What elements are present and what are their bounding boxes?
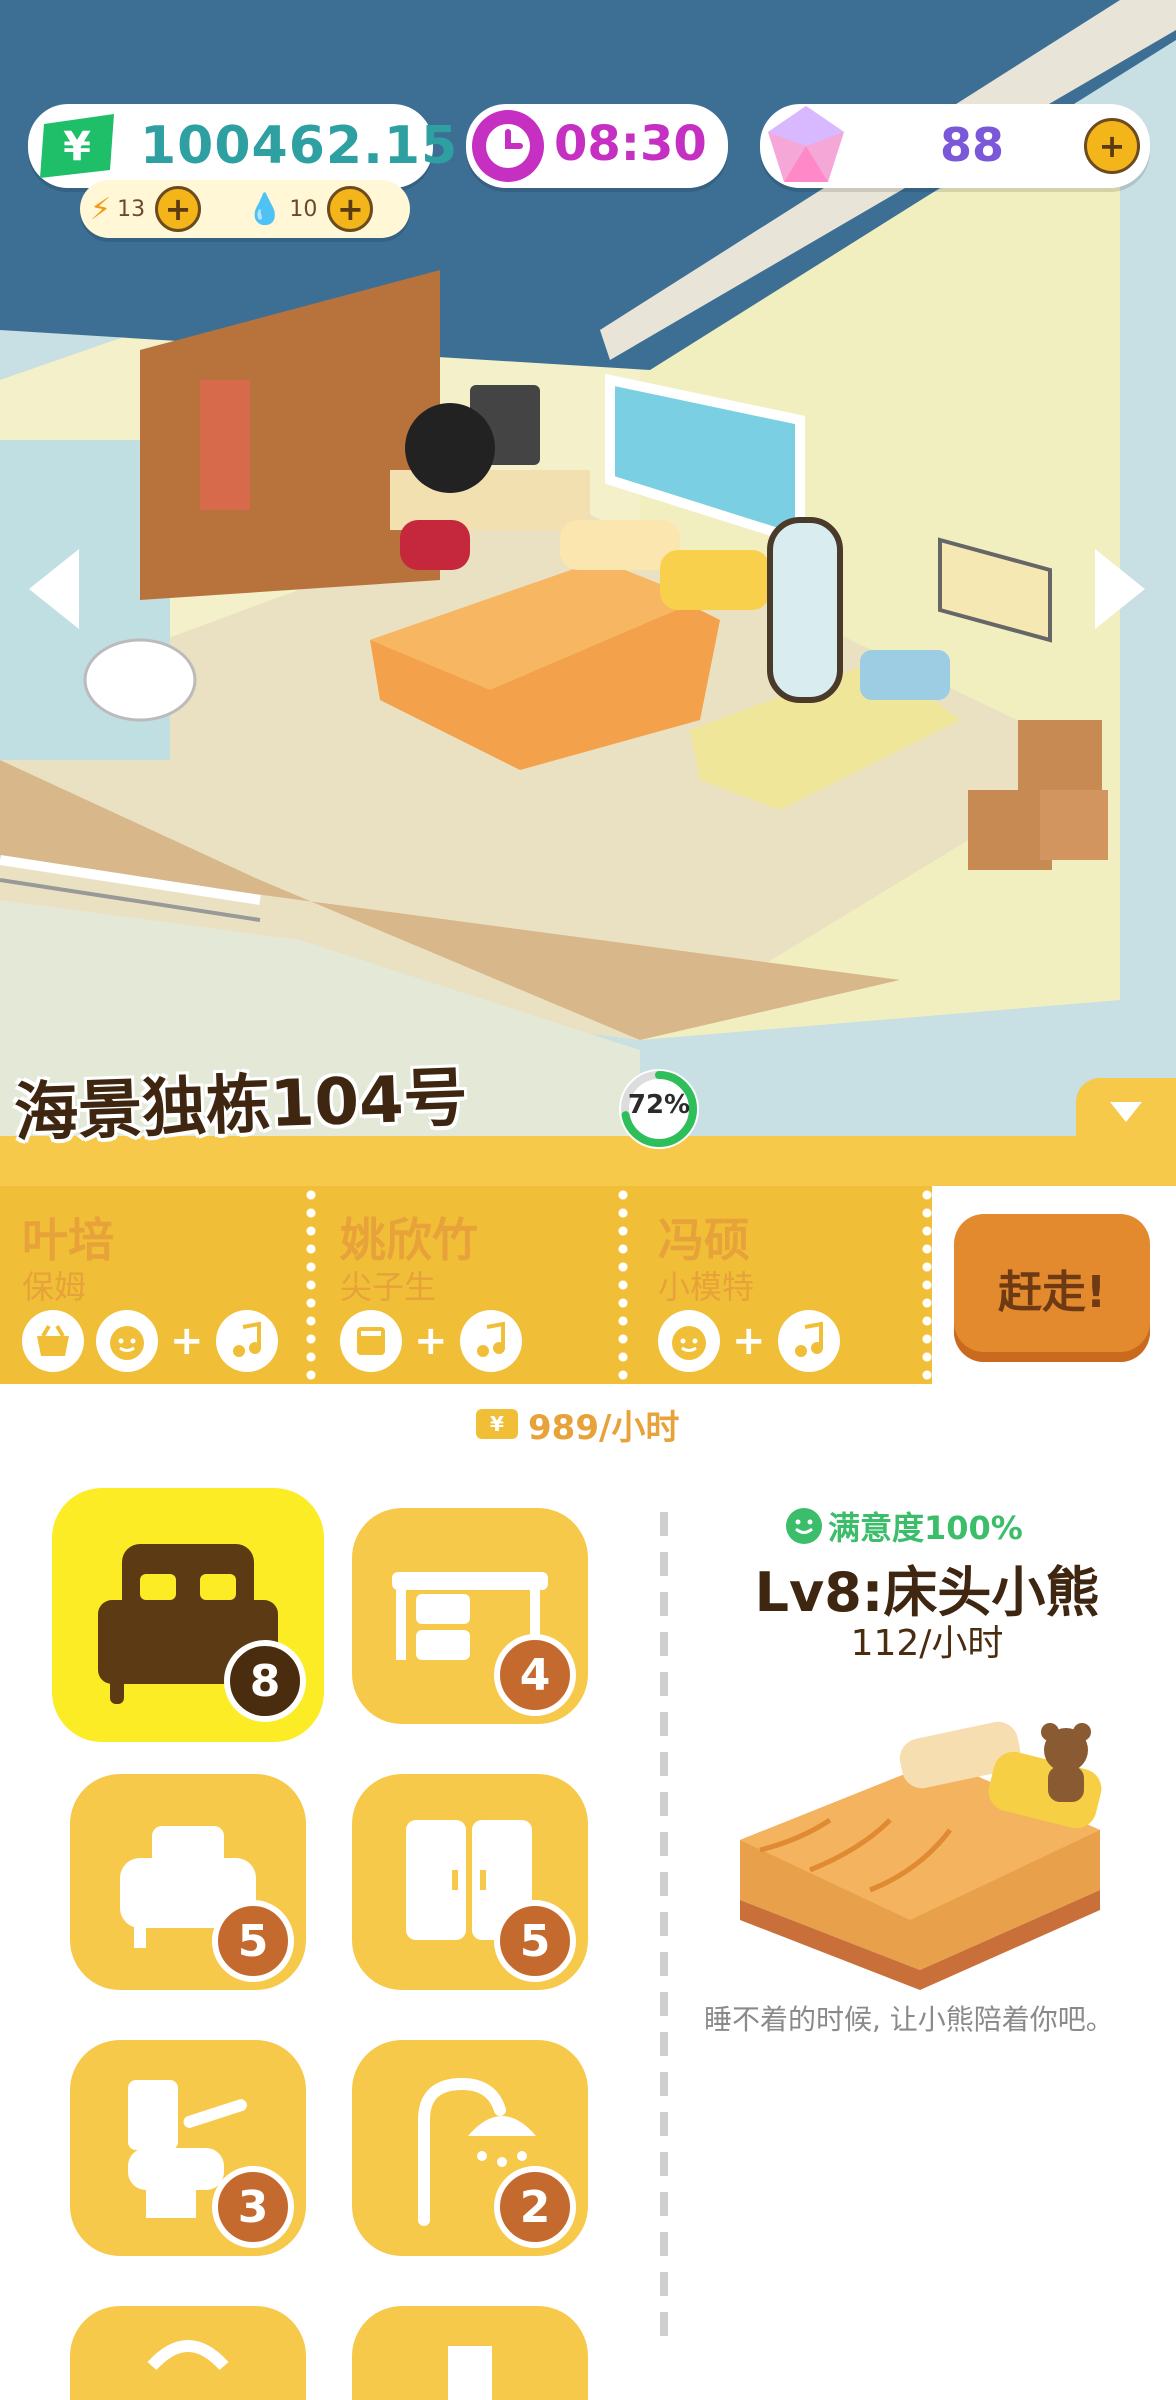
next-room-arrow-icon[interactable]: [1090, 544, 1150, 634]
add-gems-button[interactable]: +: [1084, 118, 1140, 174]
tenant-role: 保姆: [22, 1268, 87, 1306]
count-badge: 3: [212, 2166, 294, 2248]
category-tile-desk[interactable]: 4: [352, 1508, 588, 1724]
chevron-down-icon: [1110, 1102, 1142, 1122]
item-description: 睡不着的时候, 让小熊陪着你吧。: [704, 2003, 1114, 2036]
tenant-name: 姚欣竹: [340, 1213, 478, 1267]
music-icon: [459, 1310, 522, 1372]
item-rate: 112/小时: [850, 1623, 1004, 1664]
gem-value: 88: [940, 118, 1005, 172]
tenant-role: 小模特: [658, 1268, 755, 1306]
plus-icon: +: [170, 1318, 204, 1364]
evict-label: 赶走!: [997, 1267, 1107, 1318]
money-value: 100462.15: [140, 116, 459, 176]
lamp-icon: [147, 2340, 229, 2371]
category-tile-partial[interactable]: [352, 2306, 588, 2400]
time-value: 08:30: [554, 116, 707, 172]
collapse-panel-button[interactable]: [1076, 1078, 1176, 1148]
cabinet-icon: [448, 2346, 492, 2400]
smile-icon: [786, 1508, 822, 1544]
plus-icon: +: [336, 190, 364, 228]
category-tile-wardrobe[interactable]: 5: [352, 1774, 588, 1990]
energy-counter: ⚡ 13 +: [90, 186, 202, 232]
divider: [922, 1186, 932, 1384]
tenant-card[interactable]: 冯硕 小模特 +: [636, 1186, 932, 1384]
progress-label: 72%: [627, 1090, 691, 1120]
diamond-icon: [768, 106, 844, 182]
resource-bar: ⚡ 13 + 💧 10 +: [80, 180, 410, 238]
tenant-needs: +: [22, 1308, 290, 1374]
house-name: 海景独栋104号: [12, 1061, 469, 1151]
count-badge: 4: [494, 1634, 576, 1716]
water-value: 10: [289, 196, 318, 222]
income-text: 989/小时: [528, 1407, 680, 1448]
face-icon: [658, 1310, 720, 1372]
count-badge: 5: [494, 1900, 576, 1982]
tenant-card[interactable]: 叶培 保姆 +: [0, 1186, 306, 1384]
divider: [660, 1512, 668, 2352]
count-badge: 5: [212, 1900, 294, 1982]
lightning-icon: ⚡: [90, 191, 112, 227]
satisfaction: 满意度100%: [786, 1506, 1023, 1547]
category-tile-sofa[interactable]: 5: [70, 1774, 306, 1990]
plus-icon: +: [1098, 127, 1126, 165]
water-counter: 💧 10 +: [246, 186, 374, 232]
energy-value: 13: [117, 196, 146, 222]
svg-text:¥: ¥: [63, 124, 91, 170]
clock-icon: [472, 110, 544, 182]
tenant-panel: 叶培 保姆 + 姚欣竹 尖子生 + 冯硕 小模特 +: [0, 1186, 932, 1384]
gem-counter: 88 +: [760, 104, 1150, 188]
plus-icon: +: [732, 1318, 766, 1364]
satisfaction-text: 满意度100%: [828, 1509, 1023, 1547]
category-tile-shower[interactable]: 2: [352, 2040, 588, 2256]
tenant-needs: +: [340, 1308, 534, 1374]
basket-icon: [22, 1310, 84, 1372]
music-icon: [777, 1310, 840, 1372]
add-water-button[interactable]: +: [327, 186, 374, 232]
music-icon: [215, 1310, 278, 1372]
money-counter: ¥ 100462.15: [28, 104, 457, 188]
book-icon: [340, 1310, 402, 1372]
count-badge: 2: [494, 2166, 576, 2248]
divider: [618, 1186, 628, 1384]
add-energy-button[interactable]: +: [155, 186, 202, 232]
category-tile-toilet[interactable]: 3: [70, 2040, 306, 2256]
category-tile-partial[interactable]: [70, 2306, 306, 2400]
plus-icon: +: [164, 190, 192, 228]
divider: [306, 1186, 316, 1384]
droplet-icon: 💧: [246, 191, 284, 227]
evict-button[interactable]: 赶走!: [954, 1214, 1150, 1362]
clock-display: 08:30: [466, 104, 728, 188]
plus-icon: +: [414, 1318, 448, 1364]
tenant-role: 尖子生: [340, 1268, 437, 1306]
tenant-name: 冯硕: [658, 1213, 750, 1267]
occupancy-progress: 72%: [614, 1064, 704, 1154]
tenant-needs: +: [658, 1308, 852, 1374]
tenant-name: 叶培: [22, 1213, 114, 1267]
yen-icon: ¥: [40, 114, 114, 178]
count-badge: 8: [224, 1640, 306, 1722]
previous-room-arrow-icon[interactable]: [24, 544, 84, 634]
face-icon: [96, 1310, 158, 1372]
yen-icon: ¥: [476, 1409, 518, 1439]
category-tile-bed[interactable]: 8: [52, 1488, 324, 1742]
tenant-card[interactable]: 姚欣竹 尖子生 +: [318, 1186, 618, 1384]
bed-with-bear-preview: [740, 1721, 1102, 1990]
income-rate: ¥ 989/小时: [476, 1404, 679, 1448]
